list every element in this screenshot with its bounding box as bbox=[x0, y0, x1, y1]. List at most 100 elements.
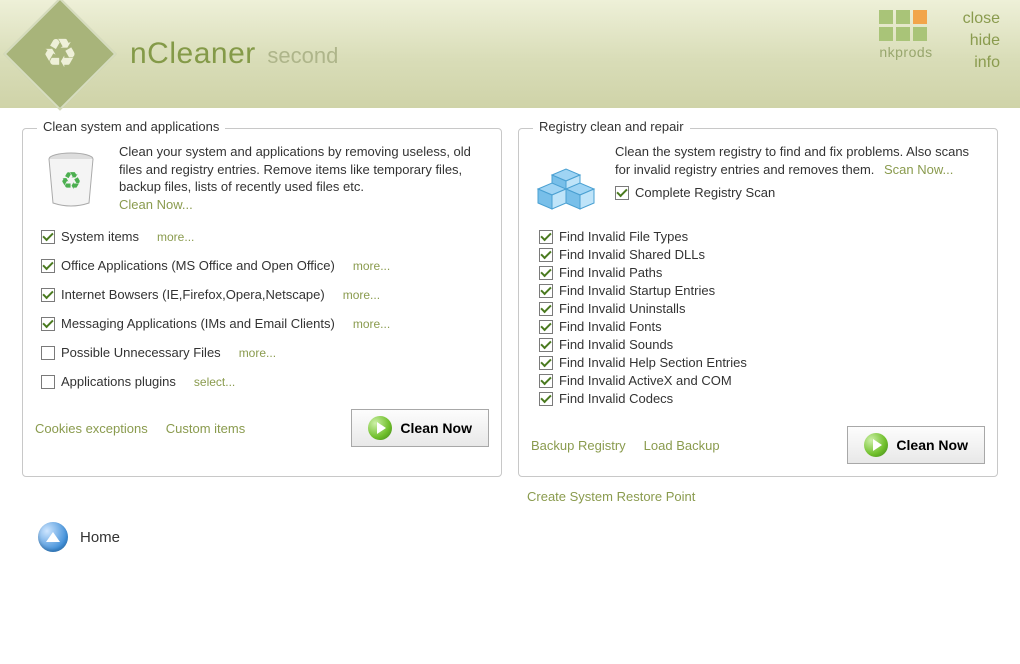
item-label: Applications plugins bbox=[61, 374, 176, 389]
checkbox-reg-0[interactable] bbox=[539, 230, 553, 244]
registry-desc: Clean the system registry to find and fi… bbox=[615, 143, 985, 215]
checkbox-reg-2[interactable] bbox=[539, 266, 553, 280]
list-item: Find Invalid File Types bbox=[539, 229, 985, 244]
list-item: Applications plugins select... bbox=[41, 374, 489, 389]
home-nav[interactable]: Home bbox=[0, 504, 1020, 552]
registry-options-list: Find Invalid File Types Find Invalid Sha… bbox=[539, 229, 985, 406]
clean-panel-footer: Cookies exceptions Custom items Clean No… bbox=[35, 409, 489, 447]
load-backup-link[interactable]: Load Backup bbox=[644, 438, 720, 453]
registry-title: Registry clean and repair bbox=[533, 119, 690, 134]
checkbox-reg-7[interactable] bbox=[539, 356, 553, 370]
scan-now-link[interactable]: Scan Now... bbox=[884, 162, 953, 177]
list-item: Internet Bowsers (IE,Firefox,Opera,Netsc… bbox=[41, 287, 489, 302]
list-item: Find Invalid ActiveX and COM bbox=[539, 373, 985, 388]
brand-name: nkprods bbox=[879, 44, 932, 60]
app-header: ♻ nCleaner second nkprods close hide inf… bbox=[0, 0, 1020, 108]
more-link[interactable]: more... bbox=[353, 259, 390, 273]
custom-items-link[interactable]: Custom items bbox=[166, 421, 245, 436]
app-title: nCleaner bbox=[130, 37, 256, 70]
list-item: Find Invalid Help Section Entries bbox=[539, 355, 985, 370]
list-item: Possible Unnecessary Files more... bbox=[41, 345, 489, 360]
app-subtitle: second bbox=[267, 43, 338, 68]
complete-scan-label: Complete Registry Scan bbox=[635, 184, 775, 202]
main-area: Clean system and applications ♻ Clean yo… bbox=[0, 108, 1020, 477]
list-item: Find Invalid Shared DLLs bbox=[539, 247, 985, 262]
home-label: Home bbox=[80, 529, 120, 546]
list-item: System items more... bbox=[41, 229, 489, 244]
registry-clean-now-label: Clean Now bbox=[896, 437, 968, 453]
clean-now-button[interactable]: Clean Now bbox=[351, 409, 489, 447]
brand-squares-icon bbox=[879, 10, 932, 41]
list-item: Office Applications (MS Office and Open … bbox=[41, 258, 489, 273]
more-link[interactable]: more... bbox=[343, 288, 380, 302]
checkbox-unnecessary[interactable] bbox=[41, 346, 55, 360]
list-item: Find Invalid Startup Entries bbox=[539, 283, 985, 298]
select-link[interactable]: select... bbox=[194, 375, 235, 389]
registry-clean-now-button[interactable]: Clean Now bbox=[847, 426, 985, 464]
app-logo: ♻ bbox=[3, 0, 116, 111]
item-label: Possible Unnecessary Files bbox=[61, 345, 221, 360]
item-label: Find Invalid Sounds bbox=[559, 337, 673, 352]
checkbox-reg-3[interactable] bbox=[539, 284, 553, 298]
checkbox-messaging[interactable] bbox=[41, 317, 55, 331]
item-label: Find Invalid Uninstalls bbox=[559, 301, 685, 316]
info-link[interactable]: info bbox=[974, 54, 1000, 72]
play-icon bbox=[864, 433, 888, 457]
clean-desc-text: Clean your system and applications by re… bbox=[119, 144, 471, 194]
item-label: System items bbox=[61, 229, 139, 244]
list-item: Find Invalid Uninstalls bbox=[539, 301, 985, 316]
clean-system-title: Clean system and applications bbox=[37, 119, 225, 134]
cookies-exceptions-link[interactable]: Cookies exceptions bbox=[35, 421, 148, 436]
svg-text:♻: ♻ bbox=[60, 168, 82, 195]
app-title-wrap: nCleaner second bbox=[130, 37, 338, 71]
item-label: Find Invalid Shared DLLs bbox=[559, 247, 705, 262]
checkbox-reg-9[interactable] bbox=[539, 392, 553, 406]
brand-logo: nkprods bbox=[879, 10, 932, 60]
item-label: Internet Bowsers (IE,Firefox,Opera,Netsc… bbox=[61, 287, 325, 302]
window-controls: close hide info bbox=[963, 10, 1000, 72]
registry-panel: Registry clean and repair Clean the syst… bbox=[518, 128, 998, 477]
checkbox-reg-4[interactable] bbox=[539, 302, 553, 316]
backup-registry-link[interactable]: Backup Registry bbox=[531, 438, 626, 453]
item-label: Find Invalid Paths bbox=[559, 265, 662, 280]
more-link[interactable]: more... bbox=[353, 317, 390, 331]
list-item: Find Invalid Sounds bbox=[539, 337, 985, 352]
clean-panel-head: ♻ Clean your system and applications by … bbox=[35, 143, 489, 215]
checkbox-reg-1[interactable] bbox=[539, 248, 553, 262]
item-label: Find Invalid ActiveX and COM bbox=[559, 373, 732, 388]
item-label: Find Invalid Fonts bbox=[559, 319, 662, 334]
list-item: Find Invalid Codecs bbox=[539, 391, 985, 406]
hide-link[interactable]: hide bbox=[970, 32, 1000, 50]
header-right: nkprods close hide info bbox=[879, 10, 1000, 72]
clean-panel-desc: Clean your system and applications by re… bbox=[119, 143, 489, 215]
recycle-icon: ♻ bbox=[42, 34, 78, 74]
clean-now-link[interactable]: Clean Now... bbox=[119, 197, 193, 212]
checkbox-office-apps[interactable] bbox=[41, 259, 55, 273]
close-link[interactable]: close bbox=[963, 10, 1000, 28]
more-link[interactable]: more... bbox=[157, 230, 194, 244]
registry-head: Clean the system registry to find and fi… bbox=[531, 143, 985, 215]
checkbox-reg-6[interactable] bbox=[539, 338, 553, 352]
item-label: Office Applications (MS Office and Open … bbox=[61, 258, 335, 273]
play-icon bbox=[368, 416, 392, 440]
item-label: Find Invalid Help Section Entries bbox=[559, 355, 747, 370]
checkbox-reg-8[interactable] bbox=[539, 374, 553, 388]
checkbox-system-items[interactable] bbox=[41, 230, 55, 244]
checkbox-plugins[interactable] bbox=[41, 375, 55, 389]
create-restore-point-link[interactable]: Create System Restore Point bbox=[527, 489, 695, 504]
list-item: Find Invalid Paths bbox=[539, 265, 985, 280]
clean-now-button-label: Clean Now bbox=[400, 420, 472, 436]
item-label: Find Invalid Startup Entries bbox=[559, 283, 715, 298]
more-link[interactable]: more... bbox=[239, 346, 276, 360]
list-item: Messaging Applications (IMs and Email Cl… bbox=[41, 316, 489, 331]
item-label: Find Invalid Codecs bbox=[559, 391, 673, 406]
trash-recycle-icon: ♻ bbox=[35, 143, 107, 215]
registry-panel-footer: Backup Registry Load Backup Clean Now bbox=[531, 426, 985, 464]
clean-options-list: System items more... Office Applications… bbox=[41, 229, 489, 389]
list-item: Find Invalid Fonts bbox=[539, 319, 985, 334]
registry-cubes-icon bbox=[531, 143, 603, 215]
checkbox-reg-5[interactable] bbox=[539, 320, 553, 334]
home-icon bbox=[38, 522, 68, 552]
checkbox-browsers[interactable] bbox=[41, 288, 55, 302]
checkbox-complete-scan[interactable] bbox=[615, 186, 629, 200]
